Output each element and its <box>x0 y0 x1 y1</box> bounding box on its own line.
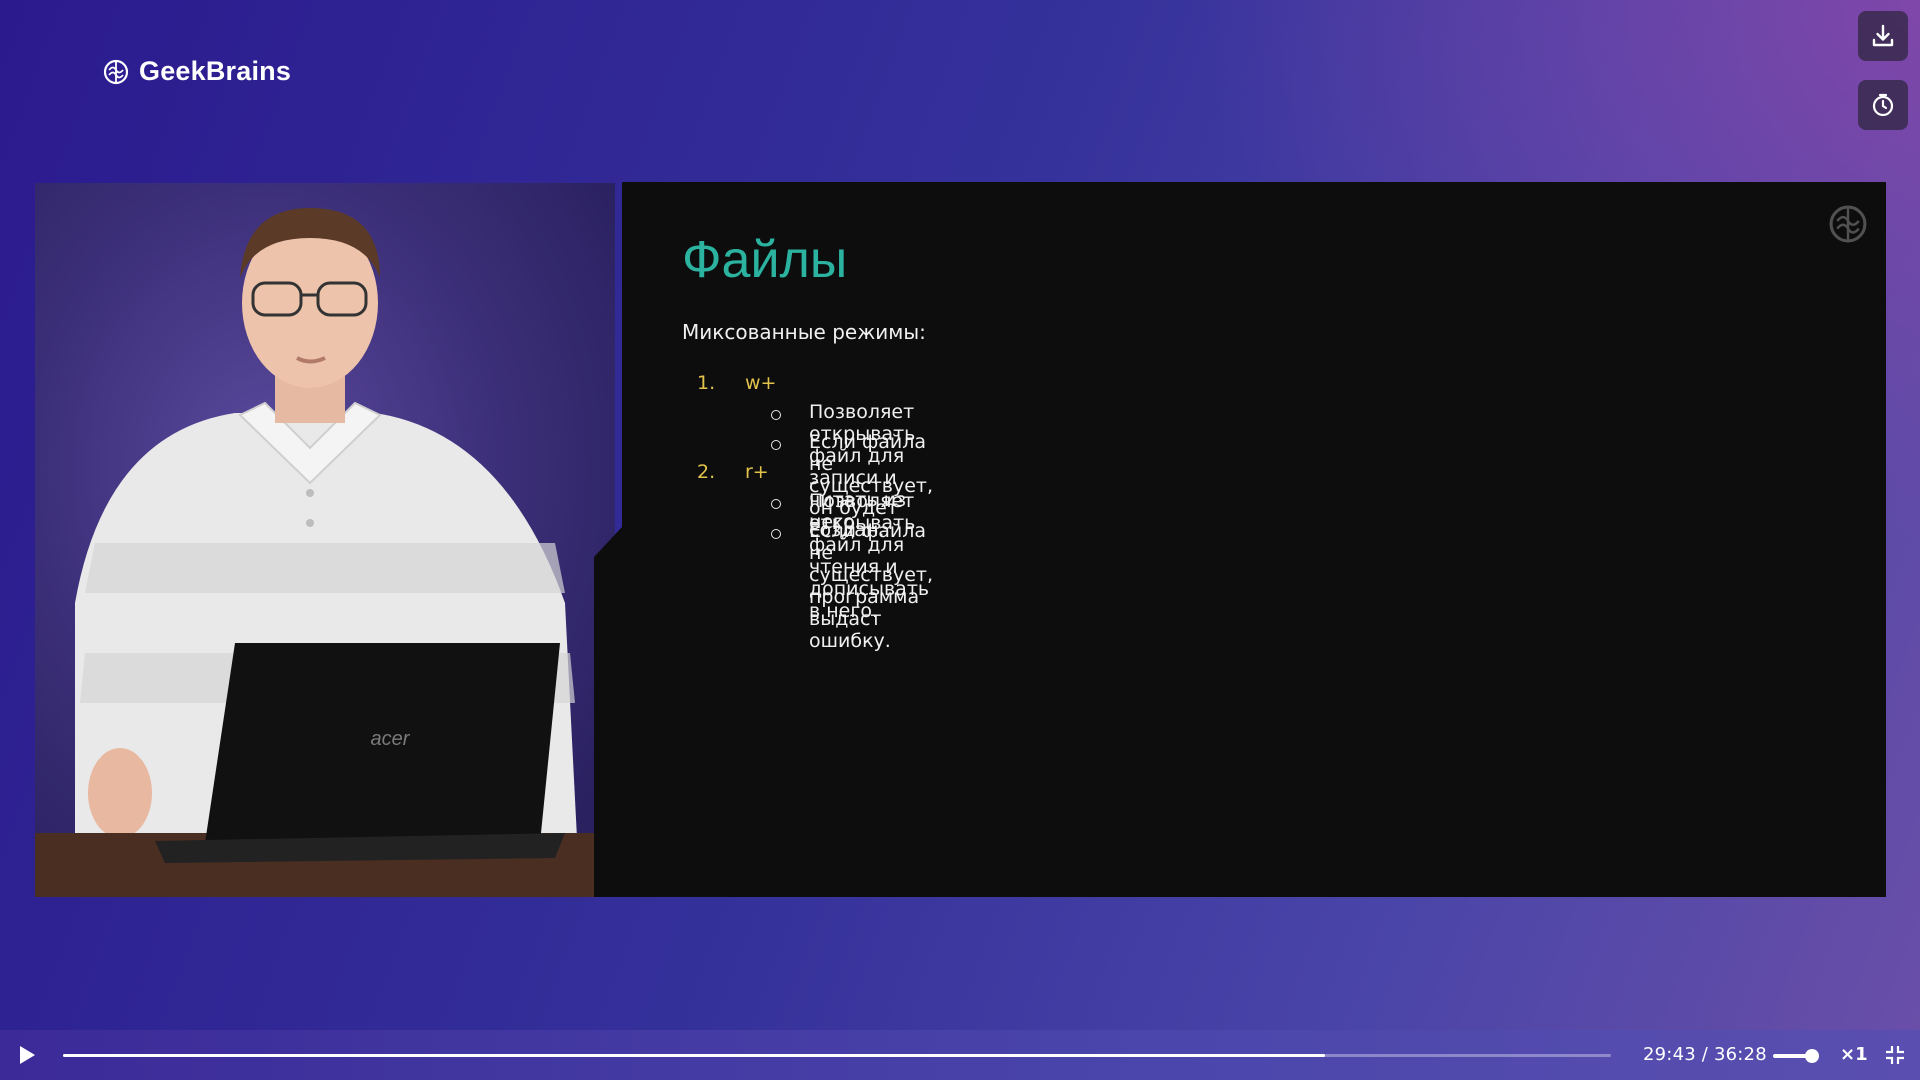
volume-knob[interactable] <box>1805 1049 1819 1063</box>
download-icon <box>1872 24 1894 47</box>
mode-label: w+ <box>745 372 777 394</box>
presenter-video[interactable]: acer <box>35 183 615 897</box>
duration: 36:28 <box>1713 1044 1767 1065</box>
exit-fullscreen-icon[interactable] <box>1883 1043 1907 1067</box>
slide-decor <box>594 527 622 897</box>
timer-icon <box>1872 93 1894 117</box>
slide-title: Файлы <box>682 231 848 289</box>
time-separator: / <box>1701 1044 1709 1065</box>
speed-button[interactable]: ×1 <box>1840 1044 1868 1065</box>
volume-slider[interactable] <box>1773 1049 1819 1063</box>
presenter-illustration: acer <box>35 208 615 897</box>
list-number: 2. <box>697 461 716 483</box>
brain-logo-icon <box>103 59 129 84</box>
mode-label: r+ <box>745 461 769 483</box>
player-controls: 29:43 / 36:28 ×1 <box>0 1030 1920 1080</box>
progress-fill <box>63 1054 1325 1057</box>
laptop-brand: acer <box>371 728 411 750</box>
brand-name: GeekBrains <box>139 56 292 86</box>
slide: Файлы Миксованные режимы: 1. w+ Позволяе… <box>594 182 1886 897</box>
play-icon[interactable] <box>14 1043 38 1067</box>
progress-bar[interactable] <box>63 1054 1611 1057</box>
brand-logo[interactable]: GeekBrains <box>103 56 291 87</box>
slide-intro: Миксованные режимы: <box>682 320 926 344</box>
download-button[interactable] <box>1858 11 1908 61</box>
list-item: Если файла не существует, программа выда… <box>770 520 934 652</box>
list-number: 1. <box>697 372 716 394</box>
timer-button[interactable] <box>1858 80 1908 130</box>
current-time: 29:43 <box>1643 1044 1696 1065</box>
slide-brain-logo-icon <box>1829 205 1867 243</box>
time-display: 29:43 / 36:28 <box>1643 1044 1767 1065</box>
